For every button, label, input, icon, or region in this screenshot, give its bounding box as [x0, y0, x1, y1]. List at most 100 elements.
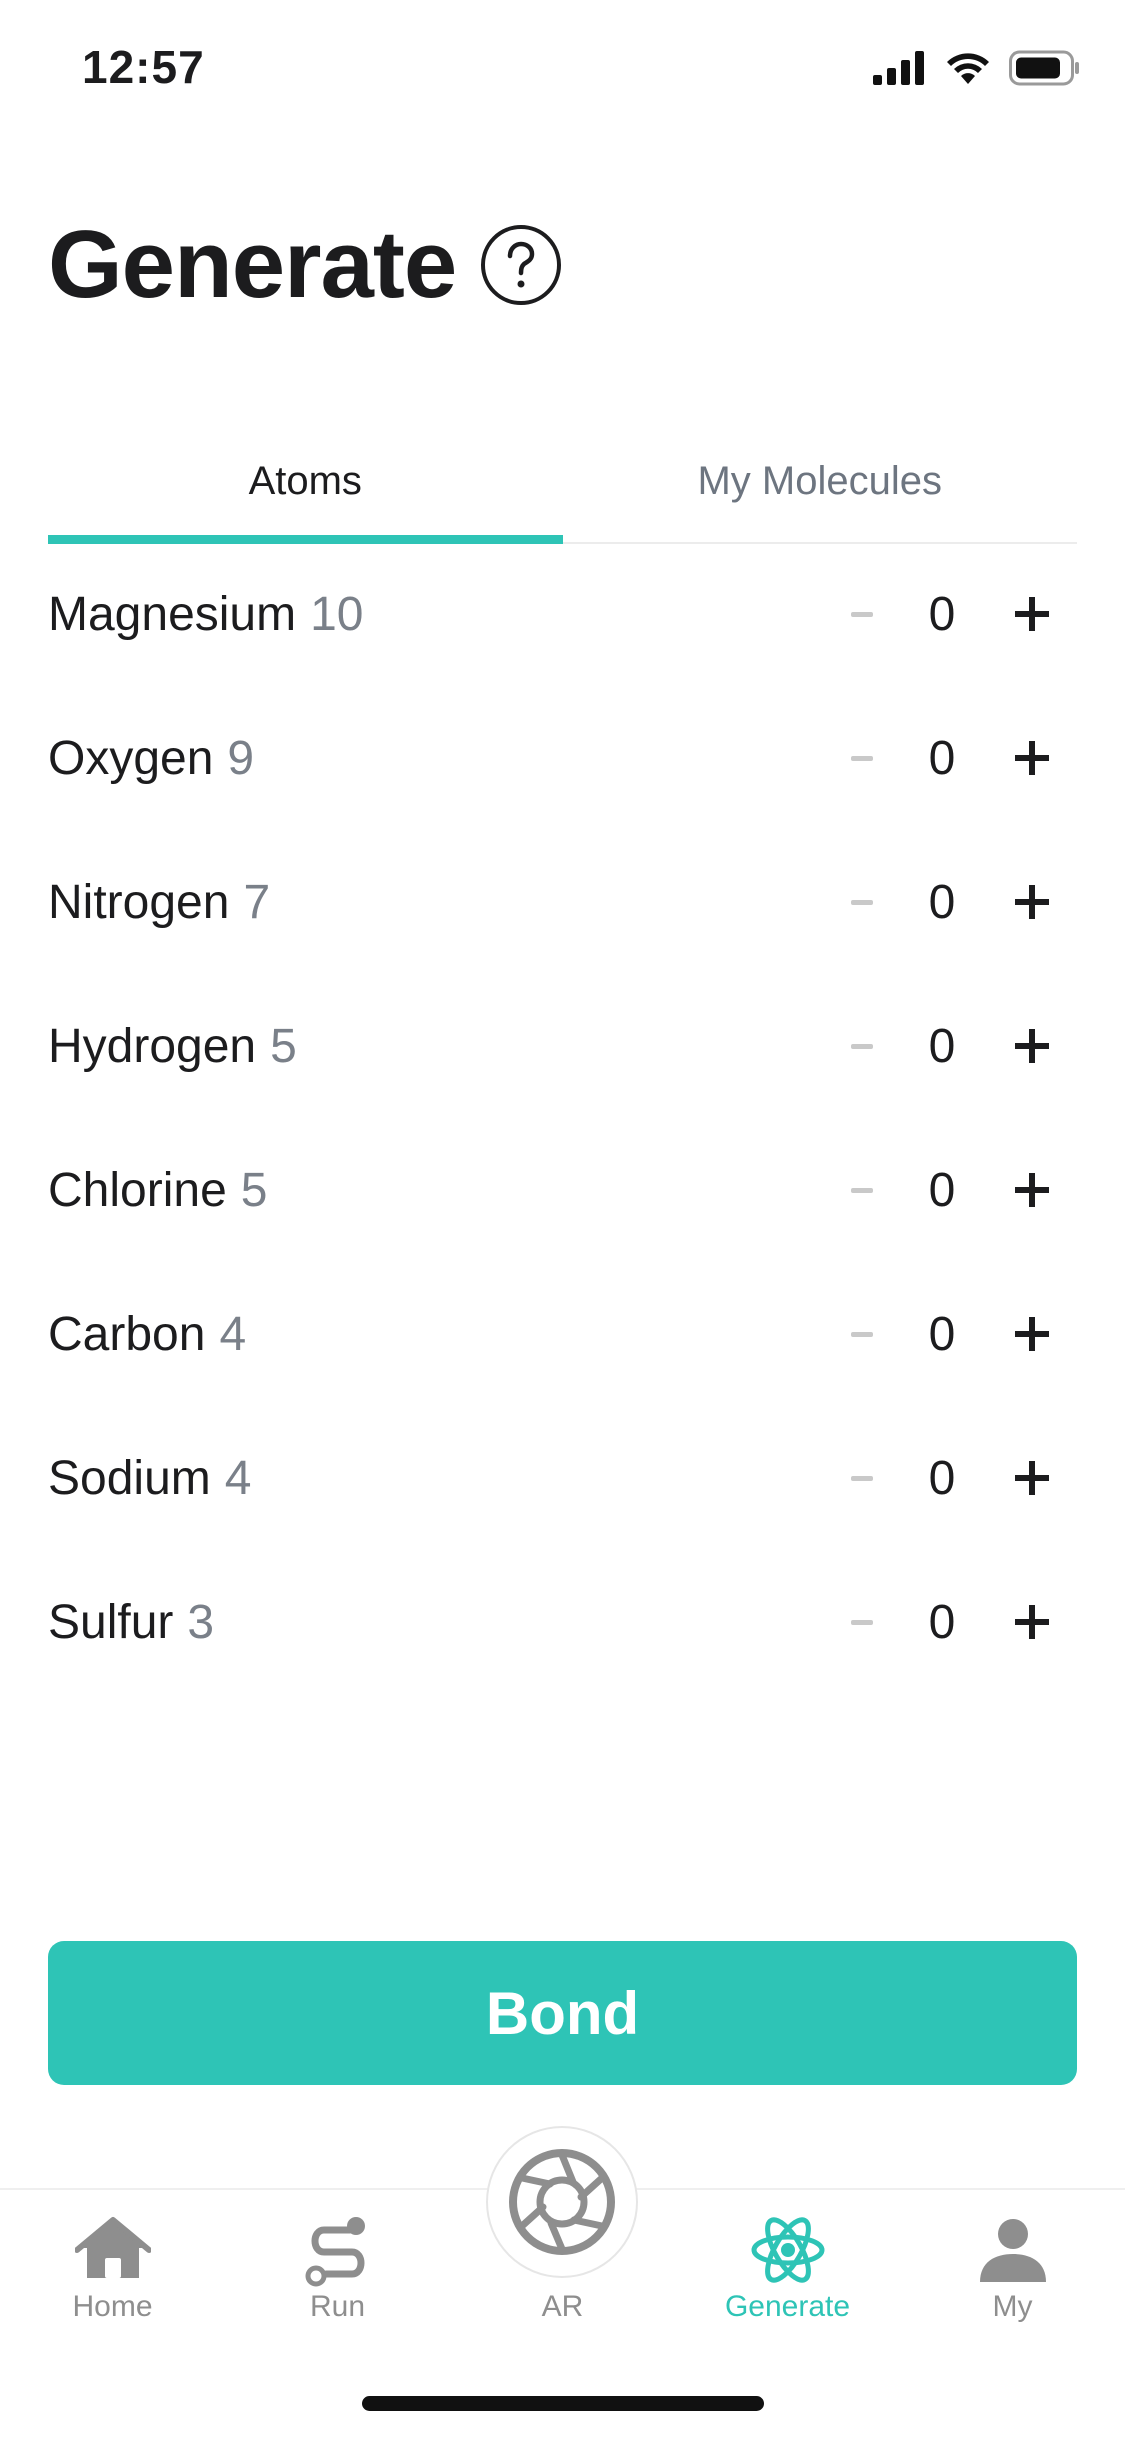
atom-row-nitrogen: Nitrogen 7 0 [48, 830, 1077, 974]
selected-count: 0 [928, 1451, 956, 1505]
question-circle-icon[interactable] [478, 222, 564, 308]
atom-name: Hydrogen [48, 1019, 257, 1073]
plus-icon [1015, 1605, 1049, 1639]
atom-available-count: 4 [219, 1307, 247, 1361]
person-icon [979, 2219, 1046, 2282]
route-icon [305, 2217, 365, 2287]
increment-button[interactable] [987, 1406, 1077, 1550]
atom-list: Magnesium 10 0 Oxygen 9 0 Nitrogen 7 0 H… [48, 542, 1077, 1694]
increment-button[interactable] [987, 1550, 1077, 1694]
quantity-stepper: 0 [817, 686, 1077, 830]
battery-icon [1009, 50, 1081, 91]
decrement-button[interactable] [817, 686, 907, 830]
decrement-button[interactable] [817, 1262, 907, 1406]
quantity-stepper: 0 [817, 974, 1077, 1118]
plus-icon [1015, 1317, 1049, 1351]
minus-icon [851, 1331, 873, 1337]
tab-bar-label: Run [309, 2290, 366, 2323]
wifi-icon [945, 51, 991, 90]
decrement-button[interactable] [817, 1118, 907, 1262]
atom-available-count: 4 [224, 1451, 252, 1505]
minus-icon [851, 1187, 873, 1193]
selected-count: 0 [928, 1163, 956, 1217]
tab-atoms[interactable]: Atoms [48, 420, 563, 544]
minus-icon [851, 611, 873, 617]
page-title: Generate [48, 211, 457, 318]
plus-icon [1015, 1173, 1049, 1207]
home-icon [74, 2217, 151, 2278]
increment-button[interactable] [987, 974, 1077, 1118]
increment-button[interactable] [987, 542, 1077, 686]
cellular-signal-icon [873, 50, 927, 90]
home-indicator [362, 2396, 764, 2411]
increment-button[interactable] [987, 830, 1077, 974]
minus-icon [851, 1043, 873, 1049]
tab-label: Atoms [248, 458, 362, 503]
increment-button[interactable] [987, 1262, 1077, 1406]
tab-bar-label: AR [541, 2290, 584, 2323]
quantity-stepper: 0 [817, 830, 1077, 974]
minus-icon [851, 755, 873, 761]
tab-bar-label: Generate [724, 2290, 851, 2323]
atom-available-count: 3 [187, 1595, 215, 1649]
atom-name: Sulfur [48, 1595, 174, 1649]
increment-button[interactable] [987, 1118, 1077, 1262]
selected-count: 0 [928, 1019, 956, 1073]
tab-my-molecules[interactable]: My Molecules [563, 420, 1078, 542]
plus-icon [1015, 1029, 1049, 1063]
status-time: 12:57 [82, 41, 205, 93]
atom-name: Magnesium [48, 587, 297, 641]
atom-available-count: 5 [240, 1163, 268, 1217]
atom-row-magnesium: Magnesium 10 0 [48, 542, 1077, 686]
minus-icon [851, 1475, 873, 1481]
tab-bar-label: Home [72, 2290, 153, 2323]
increment-button[interactable] [987, 686, 1077, 830]
plus-icon [1015, 741, 1049, 775]
atom-row-chlorine: Chlorine 5 0 [48, 1118, 1077, 1262]
decrement-button[interactable] [817, 1406, 907, 1550]
selected-count: 0 [928, 875, 956, 929]
atom-icon [751, 2217, 824, 2283]
minus-icon [851, 899, 873, 905]
selected-count: 0 [928, 731, 956, 785]
status-icons [873, 50, 1081, 90]
ar-camera-button[interactable] [488, 2128, 636, 2276]
selected-count: 0 [928, 1307, 956, 1361]
atom-name: Oxygen [48, 731, 214, 785]
decrement-button[interactable] [817, 974, 907, 1118]
atom-available-count: 10 [310, 587, 364, 641]
quantity-stepper: 0 [817, 542, 1077, 686]
tab-bar-my[interactable]: My [900, 2190, 1125, 2340]
page-header: Generate [48, 210, 564, 320]
atom-name: Nitrogen [48, 875, 230, 929]
bond-button[interactable]: Bond [48, 1941, 1077, 2085]
decrement-button[interactable] [817, 1550, 907, 1694]
quantity-stepper: 0 [817, 1262, 1077, 1406]
quantity-stepper: 0 [817, 1550, 1077, 1694]
atom-row-hydrogen: Hydrogen 5 0 [48, 974, 1077, 1118]
atom-name: Sodium [48, 1451, 211, 1505]
selected-count: 0 [928, 587, 956, 641]
atom-row-sodium: Sodium 4 0 [48, 1406, 1077, 1550]
atom-available-count: 9 [227, 731, 255, 785]
tab-bar-run[interactable]: Run [225, 2190, 450, 2340]
plus-icon [1015, 597, 1049, 631]
atom-available-count: 7 [243, 875, 271, 929]
atom-row-carbon: Carbon 4 0 [48, 1262, 1077, 1406]
atom-row-oxygen: Oxygen 9 0 [48, 686, 1077, 830]
decrement-button[interactable] [817, 830, 907, 974]
segment-tabs: Atoms My Molecules [48, 420, 1077, 544]
tab-bar-label: My [992, 2290, 1033, 2323]
tab-bar-generate[interactable]: Generate [675, 2190, 900, 2340]
tab-bar-home[interactable]: Home [0, 2190, 225, 2340]
decrement-button[interactable] [817, 542, 907, 686]
plus-icon [1015, 885, 1049, 919]
tab-label: My Molecules [697, 458, 942, 503]
atom-name: Chlorine [48, 1163, 227, 1217]
quantity-stepper: 0 [817, 1406, 1077, 1550]
atom-available-count: 5 [270, 1019, 297, 1073]
atom-name: Carbon [48, 1307, 206, 1361]
minus-icon [851, 1619, 873, 1625]
status-bar: 12:57 [0, 0, 1125, 135]
plus-icon [1015, 1461, 1049, 1495]
